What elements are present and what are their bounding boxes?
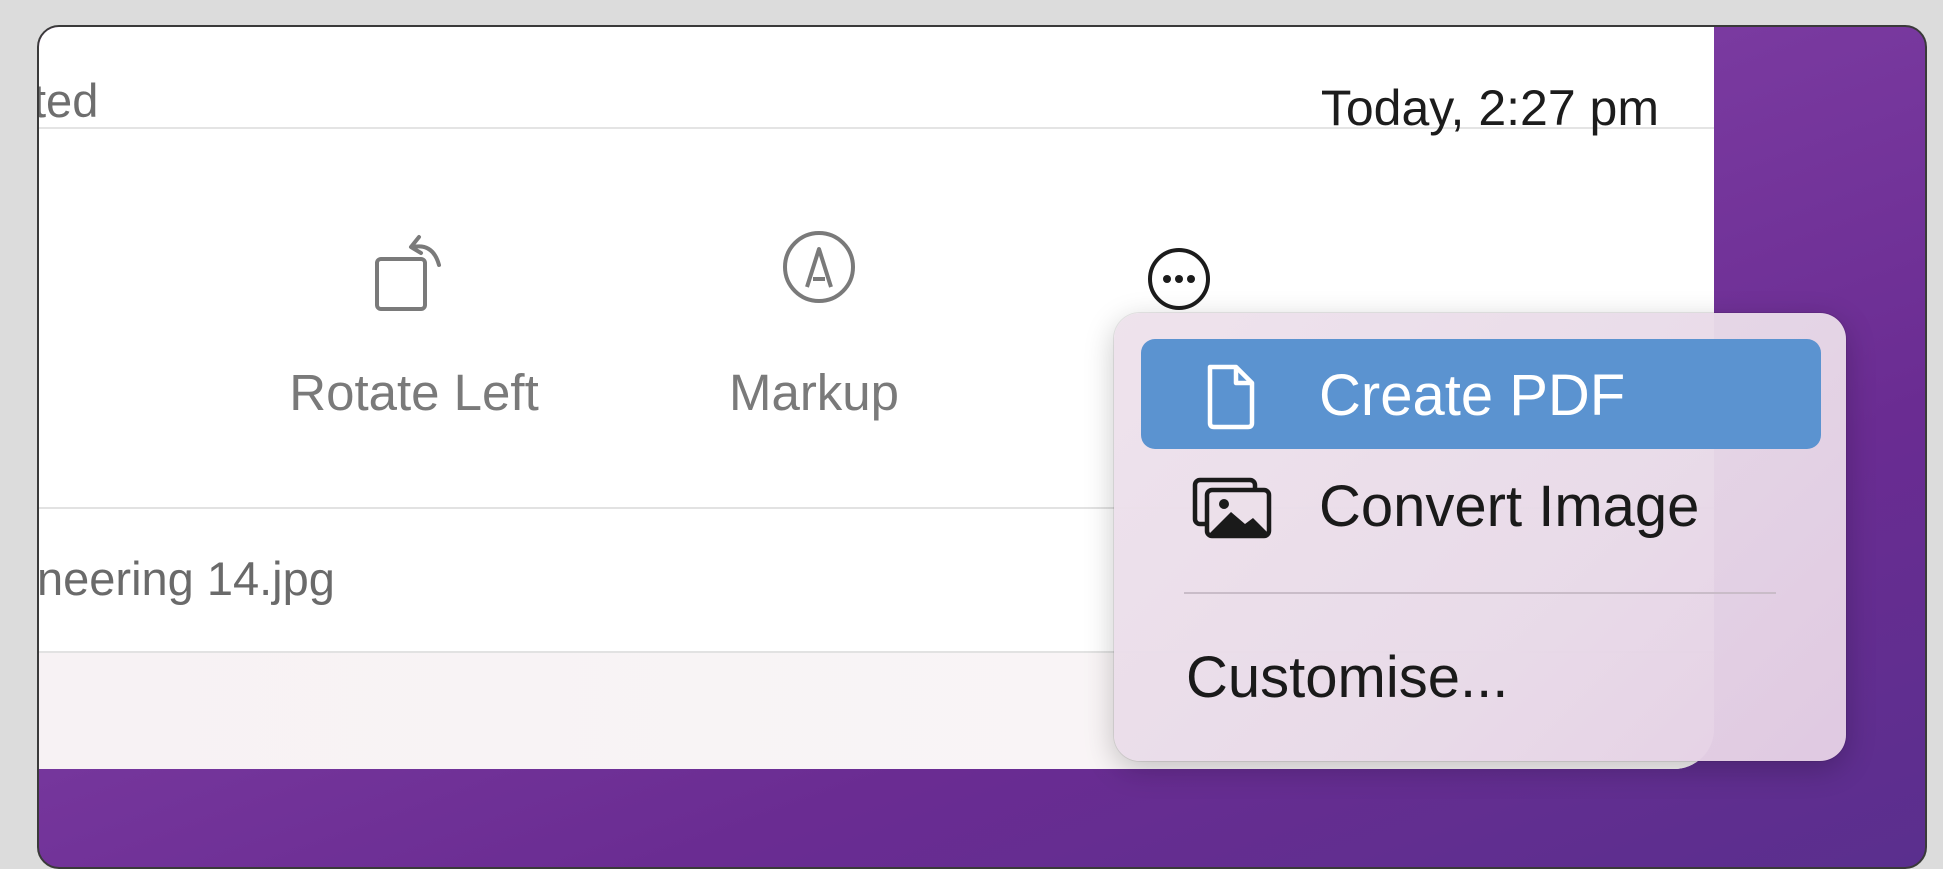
convert-image-label: Convert Image (1319, 474, 1700, 539)
create-pdf-menu-item[interactable]: Create PDF (1141, 339, 1821, 449)
file-name: neering 14.jpg (39, 552, 335, 605)
photos-icon (1192, 477, 1272, 539)
create-pdf-label: Create PDF (1319, 363, 1626, 428)
convert-image-menu-item[interactable]: Convert Image (1141, 450, 1821, 560)
more-actions-menu: Create PDF Convert Image Customise... (1114, 313, 1846, 761)
markup-label: Markup (728, 364, 900, 421)
screen: ted Today, 2:27 pm Rotate Left Markup ne… (37, 25, 1927, 869)
rotate-left-icon (375, 235, 441, 311)
rotate-left-label: Rotate Left (289, 364, 539, 421)
info-header-row: ted Today, 2:27 pm (39, 27, 1714, 133)
menu-separator (1184, 592, 1776, 594)
header-date: Today, 2:27 pm (1320, 80, 1659, 136)
more-icon[interactable] (1139, 239, 1219, 319)
customise-menu-item[interactable]: Customise... (1186, 649, 1508, 707)
document-icon (1207, 364, 1255, 430)
markup-icon (783, 231, 855, 303)
header-label: ted (39, 74, 99, 127)
